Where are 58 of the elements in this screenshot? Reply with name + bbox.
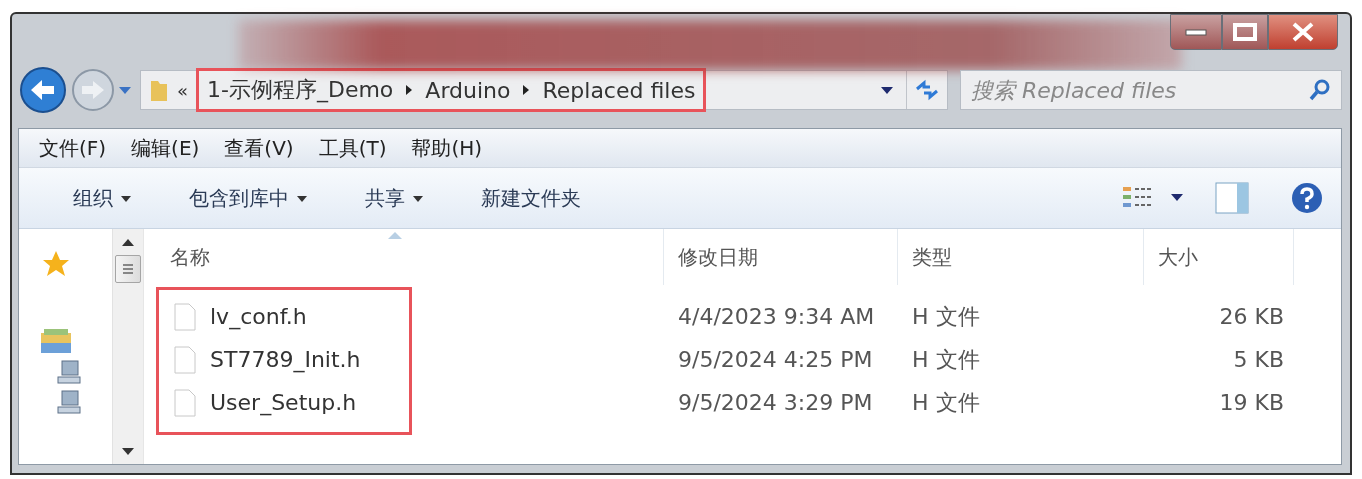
file-size: 19 KB: [1219, 390, 1284, 415]
maximize-button[interactable]: [1222, 14, 1268, 50]
close-icon[interactable]: [1291, 22, 1315, 42]
caret-icon[interactable]: [121, 196, 131, 202]
computer-icon[interactable]: [55, 389, 82, 415]
close-button[interactable]: [1268, 14, 1338, 50]
file-date: 9/5/2024 3:29 PM: [678, 390, 873, 415]
overflow-chevron[interactable]: «: [177, 79, 188, 101]
file-date: 4/4/2023 9:34 AM: [678, 304, 875, 329]
file-size: 5 KB: [1233, 347, 1284, 372]
sort-arrow-icon: [387, 232, 402, 240]
scrollbar[interactable]: [112, 229, 143, 464]
menu-item[interactable]: 文件(F): [39, 134, 107, 162]
column-header[interactable]: 类型: [898, 229, 1144, 285]
file-name[interactable]: ST7789_Init.h: [210, 347, 361, 372]
help-icon[interactable]: [1291, 182, 1323, 214]
scroll-up-icon[interactable]: [122, 239, 134, 247]
menu-item[interactable]: 编辑(E): [131, 134, 200, 162]
file-date: 9/5/2024 4:25 PM: [678, 347, 873, 372]
file-type: H 文件: [912, 345, 980, 374]
search-field[interactable]: 搜索 Replaced files: [960, 70, 1342, 110]
menu-item[interactable]: 帮助(H): [411, 134, 483, 162]
maximize-icon[interactable]: [1233, 23, 1257, 41]
caret-icon[interactable]: [413, 196, 423, 202]
file-icon: [174, 345, 196, 374]
toolbar-button[interactable]: 共享: [351, 176, 437, 220]
caret-icon[interactable]: [297, 196, 307, 202]
scroll-down-icon[interactable]: [122, 448, 134, 456]
address-bar[interactable]: « 1-示例程序_Demo Arduino Replaced files: [140, 70, 948, 110]
column-header[interactable]: 名称: [144, 229, 664, 285]
grip-icon[interactable]: [121, 263, 135, 275]
caret-icon[interactable]: [1171, 194, 1183, 202]
breadcrumb-arrow-icon[interactable]: [405, 84, 414, 96]
file-type: H 文件: [912, 388, 980, 417]
search-icon[interactable]: [1308, 78, 1332, 102]
file-name[interactable]: lv_conf.h: [210, 304, 307, 329]
toolbar-button[interactable]: 组织: [59, 176, 145, 220]
menu-item[interactable]: 查看(V): [224, 134, 294, 162]
breadcrumb[interactable]: Arduino: [425, 77, 511, 103]
file-type: H 文件: [912, 302, 980, 331]
breadcrumb[interactable]: 1-示例程序_Demo: [207, 75, 394, 105]
breadcrumb-arrow-icon[interactable]: [522, 84, 531, 96]
file-name[interactable]: User_Setup.h: [210, 390, 357, 415]
file-icon: [174, 388, 196, 417]
minimize-icon[interactable]: [1185, 28, 1207, 36]
computer-icon[interactable]: [55, 359, 82, 385]
dropdown-icon[interactable]: [880, 85, 894, 95]
toolbar-button[interactable]: 包含到库中: [175, 176, 321, 220]
file-icon: [174, 302, 196, 331]
minimize-button[interactable]: [1170, 14, 1222, 50]
menu-item[interactable]: 工具(T): [318, 134, 387, 162]
breadcrumb[interactable]: Replaced files: [542, 77, 696, 103]
column-header[interactable]: 大小: [1144, 229, 1294, 285]
toolbar-button[interactable]: 新建文件夹: [467, 176, 595, 220]
column-header[interactable]: 修改日期: [664, 229, 898, 285]
file-size: 26 KB: [1219, 304, 1284, 329]
back-button[interactable]: [18, 65, 68, 115]
refresh-icon[interactable]: [914, 79, 940, 101]
